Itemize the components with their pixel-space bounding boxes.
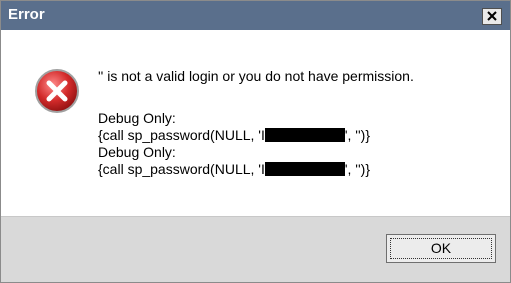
debug-call-prefix-1: {call sp_password(NULL, 'I: [98, 127, 265, 143]
close-icon: [487, 11, 497, 21]
debug-call-1: {call sp_password(NULL, 'I ', '')}: [98, 127, 370, 144]
debug-label-1: Debug Only:: [98, 110, 176, 126]
ok-button[interactable]: OK: [386, 234, 496, 263]
dialog-content: '' is not a valid login or you do not ha…: [1, 30, 510, 216]
error-icon: [35, 69, 79, 113]
debug-call-prefix-2: {call sp_password(NULL, 'I: [98, 161, 265, 177]
error-message: '' is not a valid login or you do not ha…: [98, 68, 414, 84]
close-button[interactable]: [482, 8, 502, 25]
title-bar[interactable]: Error: [1, 1, 510, 30]
redaction-block-1: [264, 128, 345, 142]
debug-label-2: Debug Only:: [98, 144, 176, 160]
debug-call-2: {call sp_password(NULL, 'I ', '')}: [98, 161, 370, 178]
error-dialog: Error '' is not a valid login or you do …: [0, 0, 511, 283]
redaction-block-2: [264, 162, 345, 176]
debug-call-suffix-2: ', '')}: [344, 161, 370, 177]
debug-info: Debug Only: {call sp_password(NULL, 'I ',…: [98, 110, 370, 178]
window-title: Error: [8, 6, 45, 23]
button-bar: OK: [1, 216, 510, 282]
debug-call-suffix-1: ', '')}: [344, 127, 370, 143]
